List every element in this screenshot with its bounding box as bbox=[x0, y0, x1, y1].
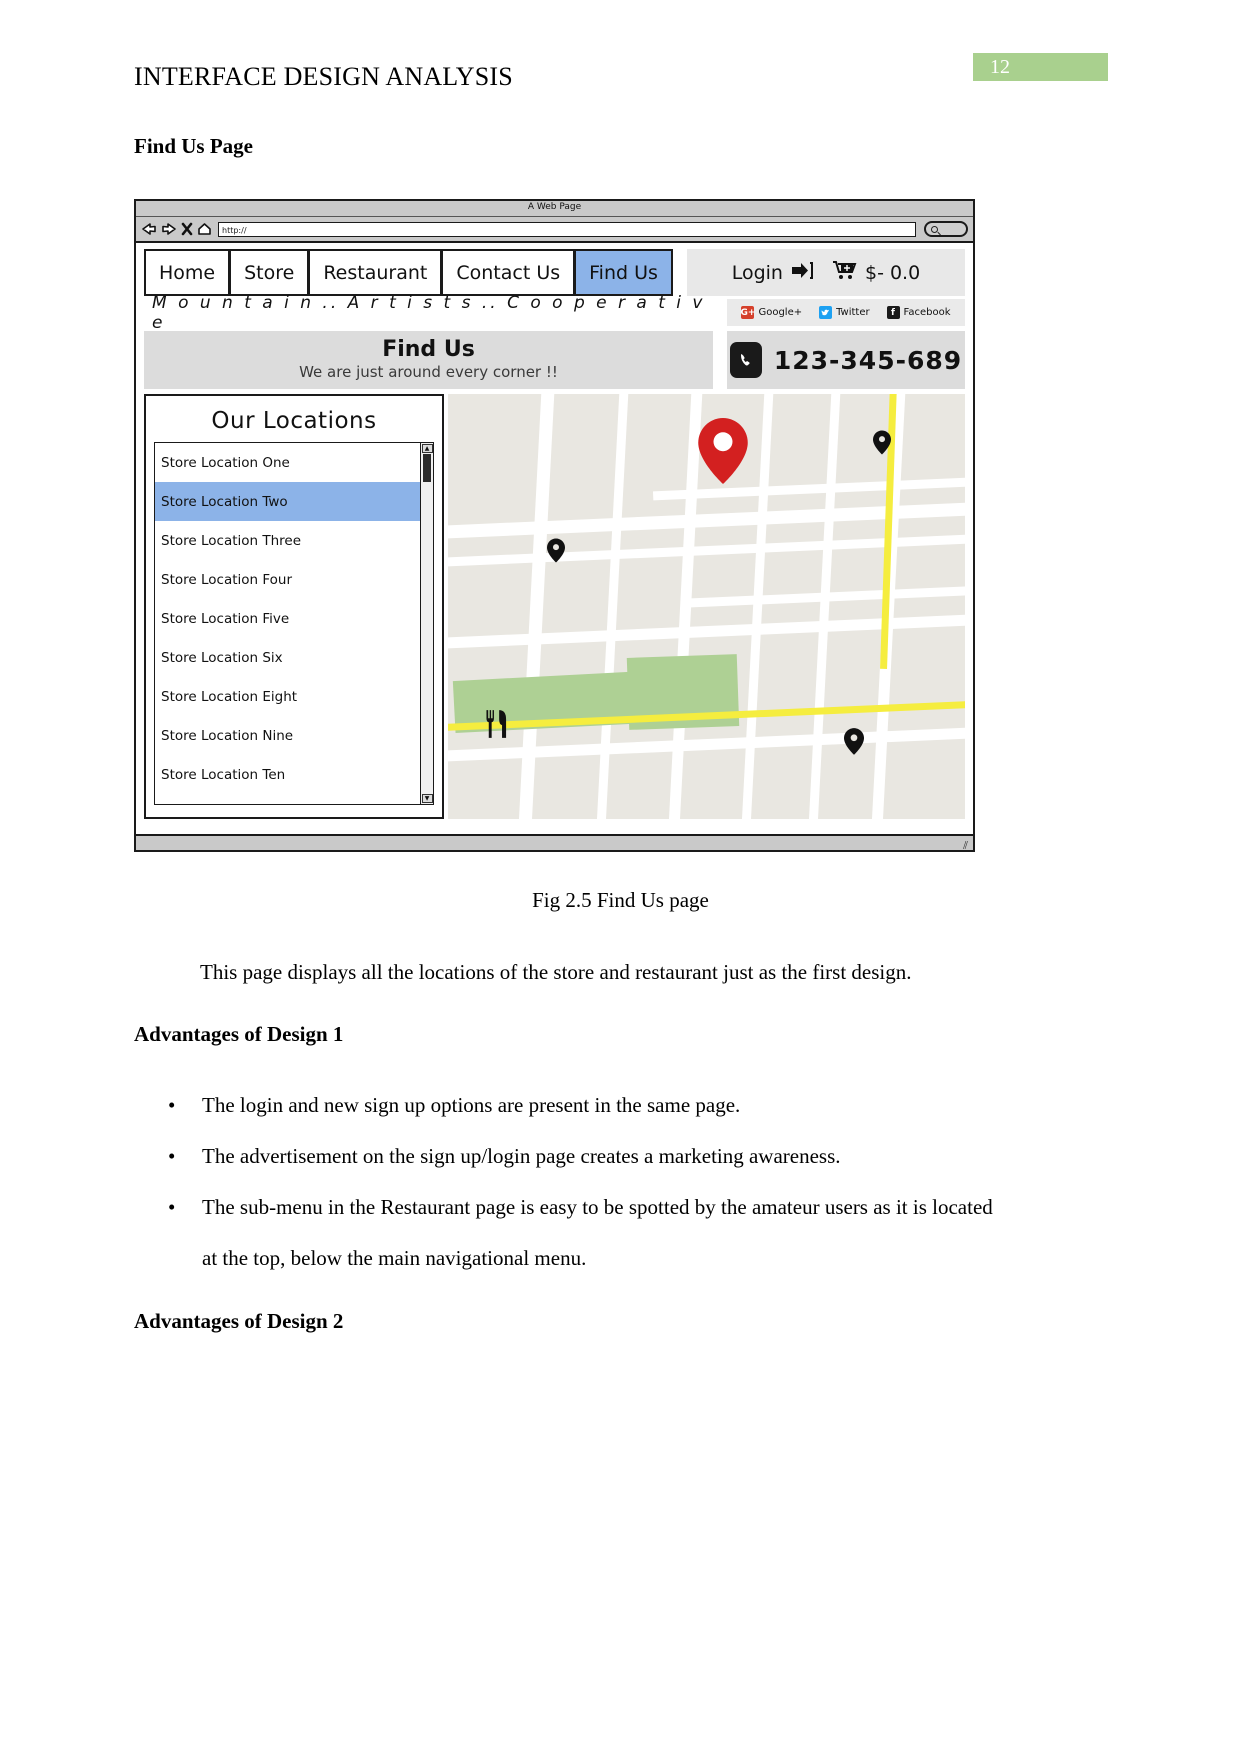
body-paragraph: This page displays all the locations of … bbox=[200, 960, 912, 984]
advantages-design-1-list: The login and new sign up options are pr… bbox=[134, 1080, 994, 1284]
browser-mockup: A Web Page http:// Home Store Restaurant… bbox=[134, 199, 975, 852]
scroll-down-icon[interactable]: ▼ bbox=[421, 794, 433, 803]
list-item[interactable]: Store Location Eight bbox=[155, 677, 420, 716]
browser-status-bar: ⫽ bbox=[136, 834, 973, 853]
google-plus-icon: G+ bbox=[740, 306, 756, 319]
list-item[interactable]: Store Location Six bbox=[155, 638, 420, 677]
scrollbar-thumb[interactable] bbox=[423, 454, 431, 482]
hero-banner: Find Us We are just around every corner … bbox=[144, 331, 713, 389]
site-brand: M o u n t a i n .. A r t i s t s .. C o … bbox=[152, 292, 706, 333]
list-item[interactable]: Store Location Three bbox=[155, 521, 420, 560]
page-number-text: 12 bbox=[990, 56, 1010, 78]
nav-item-find-us[interactable]: Find Us bbox=[574, 249, 673, 296]
hero-title: Find Us bbox=[382, 337, 475, 362]
phone-banner: 123-345-689 bbox=[727, 331, 965, 389]
nav-item-contact-us[interactable]: Contact Us bbox=[441, 249, 575, 296]
main-row: Our Locations Store Location One Store L… bbox=[144, 394, 965, 819]
social-links: G+ Google+ Twitter f Facebook bbox=[727, 299, 965, 326]
home-icon[interactable] bbox=[197, 222, 212, 236]
location-marker[interactable] bbox=[547, 538, 565, 567]
phone-icon bbox=[729, 342, 762, 378]
site-top-row: Home Store Restaurant Contact Us Find Us… bbox=[144, 249, 965, 296]
browser-navbar: http:// bbox=[136, 217, 973, 243]
page-title: INTERFACE DESIGN ANALYSIS bbox=[134, 62, 513, 91]
twitter-icon bbox=[819, 306, 833, 319]
shopping-cart-icon bbox=[832, 260, 858, 285]
locations-panel-title: Our Locations bbox=[211, 408, 377, 434]
social-google-plus[interactable]: G+ Google+ bbox=[741, 306, 802, 319]
list-item-selected[interactable]: Store Location Two bbox=[155, 482, 420, 521]
map-view[interactable] bbox=[448, 394, 965, 819]
social-facebook[interactable]: f Facebook bbox=[886, 306, 951, 319]
forward-arrow-icon[interactable] bbox=[161, 222, 177, 236]
location-marker[interactable] bbox=[844, 728, 864, 759]
facebook-icon: f bbox=[886, 306, 900, 319]
browser-nav-icons bbox=[141, 222, 212, 236]
restaurant-marker[interactable] bbox=[484, 709, 512, 743]
nav-item-store[interactable]: Store bbox=[229, 249, 309, 296]
location-marker[interactable] bbox=[873, 430, 891, 459]
social-twitter[interactable]: Twitter bbox=[819, 306, 870, 319]
locations-scrollbar[interactable]: ▲ ▼ bbox=[420, 443, 433, 804]
social-twitter-label: Twitter bbox=[836, 307, 870, 318]
login-arrow-icon bbox=[790, 261, 814, 285]
list-item: The advertisement on the sign up/login p… bbox=[168, 1131, 994, 1182]
hero-row: Find Us We are just around every corner … bbox=[144, 331, 965, 389]
phone-number: 123-345-689 bbox=[773, 345, 963, 375]
scroll-up-icon[interactable]: ▲ bbox=[421, 444, 433, 453]
magnifier-icon bbox=[931, 225, 938, 233]
cart-button[interactable]: $- 0.0 bbox=[832, 260, 920, 285]
document-header: INTERFACE DESIGN ANALYSIS 12 bbox=[0, 0, 1241, 110]
primary-location-marker[interactable] bbox=[698, 418, 748, 488]
list-item[interactable]: Store Location Ten bbox=[155, 755, 420, 794]
brand-row: M o u n t a i n .. A r t i s t s .. C o … bbox=[144, 292, 965, 333]
section-heading: Find Us Page bbox=[134, 134, 254, 158]
cart-total: $- 0.0 bbox=[864, 261, 921, 284]
list-item: The sub-menu in the Restaurant page is e… bbox=[168, 1182, 994, 1284]
user-actions-bar: Login $- 0.0 bbox=[686, 249, 965, 296]
main-navigation: Home Store Restaurant Contact Us Find Us bbox=[144, 249, 673, 296]
browser-titlebar: A Web Page bbox=[136, 201, 973, 217]
resize-grip-icon[interactable]: ⫽ bbox=[963, 839, 968, 853]
nav-item-home[interactable]: Home bbox=[144, 249, 230, 296]
login-label: Login bbox=[731, 261, 783, 284]
locations-listbox[interactable]: Store Location One Store Location Two St… bbox=[154, 442, 434, 805]
list-item[interactable]: Store Location One bbox=[155, 443, 420, 482]
back-arrow-icon[interactable] bbox=[141, 222, 157, 236]
list-item: The login and new sign up options are pr… bbox=[168, 1080, 994, 1131]
site-content: Home Store Restaurant Contact Us Find Us… bbox=[136, 243, 973, 850]
social-google-plus-label: Google+ bbox=[758, 307, 803, 318]
login-button[interactable]: Login bbox=[732, 261, 814, 285]
social-facebook-label: Facebook bbox=[903, 307, 951, 318]
nav-item-restaurant[interactable]: Restaurant bbox=[308, 249, 442, 296]
list-item[interactable]: Store Location Four bbox=[155, 560, 420, 599]
advantages-design-1-heading: Advantages of Design 1 bbox=[134, 1022, 344, 1046]
browser-window-title: A Web Page bbox=[527, 202, 582, 212]
locations-panel: Our Locations Store Location One Store L… bbox=[144, 394, 444, 819]
figure-caption: Fig 2.5 Find Us page bbox=[532, 888, 709, 912]
hero-tagline: We are just around every corner !! bbox=[299, 363, 558, 381]
page-number-badge: 12 bbox=[973, 53, 1108, 81]
locations-list: Store Location One Store Location Two St… bbox=[155, 443, 420, 804]
url-input[interactable]: http:// bbox=[218, 221, 916, 237]
list-item[interactable]: Store Location Five bbox=[155, 599, 420, 638]
stop-x-icon[interactable] bbox=[181, 222, 193, 236]
advantages-design-2-heading: Advantages of Design 2 bbox=[134, 1309, 344, 1333]
list-item[interactable]: Store Location Nine bbox=[155, 716, 420, 755]
browser-search-box[interactable] bbox=[924, 221, 968, 237]
